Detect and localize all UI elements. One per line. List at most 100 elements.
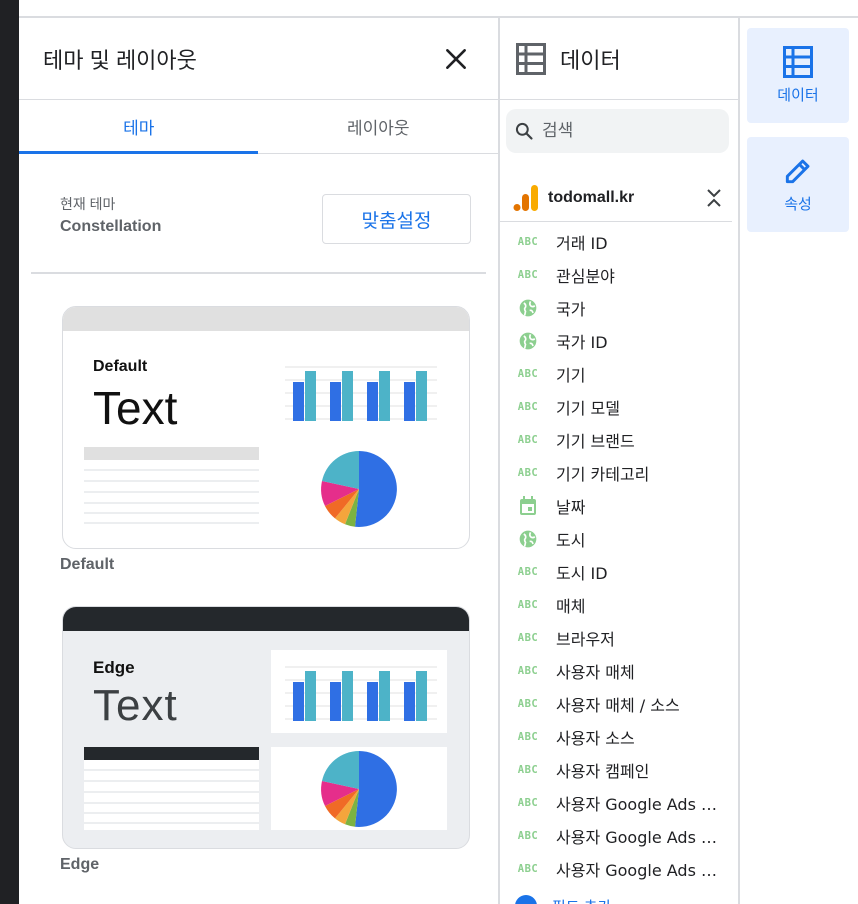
field-item[interactable]: ABC 도시 ID <box>500 555 732 588</box>
field-label: 매체 <box>556 596 586 616</box>
data-panel: 데이터 todomall.kr ABC 거래 ID ABC 관심분야국가국가 ID AB… <box>500 18 740 904</box>
abc-text-icon: ABC <box>516 269 540 281</box>
field-item[interactable]: ABC 사용자 Google Ads 광… <box>500 852 732 885</box>
abc-text-icon: ABC <box>516 434 540 446</box>
customize-button[interactable]: 맞춤설정 <box>322 194 471 244</box>
theme-card-name: Default <box>93 358 148 375</box>
abc-text-icon: ABC <box>516 698 540 710</box>
field-item[interactable]: ABC 사용자 캠페인 <box>500 753 732 786</box>
field-item[interactable]: ABC 기기 브랜드 <box>500 423 732 456</box>
abc-glyph: ABC <box>517 565 539 578</box>
abc-glyph: ABC <box>517 466 539 479</box>
field-item[interactable]: 도시 <box>500 522 732 555</box>
theme-panel-header: 테마 및 레이아웃 <box>19 18 498 100</box>
google-analytics-icon <box>513 184 538 211</box>
side-rail: 데이터 속성 <box>740 18 858 904</box>
abc-glyph: ABC <box>517 400 539 413</box>
globe-icon <box>516 298 540 318</box>
abc-text-icon: ABC <box>516 764 540 776</box>
field-item[interactable]: ABC 사용자 매체 <box>500 654 732 687</box>
field-label: 기기 모델 <box>556 398 620 418</box>
theme-label-edge: Edge <box>60 856 100 873</box>
theme-card-default[interactable]: Default Text <box>62 306 470 549</box>
add-field-button[interactable]: 필드 추가 <box>514 894 611 904</box>
abc-glyph: ABC <box>517 796 539 809</box>
field-label: 기기 <box>556 365 586 385</box>
abc-glyph: ABC <box>517 664 539 677</box>
current-theme-value: Constellation <box>60 218 162 235</box>
abc-text-icon: ABC <box>516 566 540 578</box>
field-item[interactable]: ABC 사용자 매체 / 소스 <box>500 687 732 720</box>
field-item[interactable]: ABC 기기 <box>500 357 732 390</box>
field-item[interactable]: 국가 <box>500 291 732 324</box>
abc-glyph: ABC <box>517 730 539 743</box>
abc-text-icon: ABC <box>516 797 540 809</box>
rail-data-button[interactable]: 데이터 <box>747 28 849 123</box>
abc-glyph: ABC <box>517 268 539 281</box>
field-label: 사용자 소스 <box>556 728 635 748</box>
abc-text-icon: ABC <box>516 368 540 380</box>
field-item[interactable]: 국가 ID <box>500 324 732 357</box>
field-label: 사용자 Google Ads 광… <box>556 794 724 814</box>
add-circle-icon <box>515 895 537 904</box>
report-canvas-edge <box>0 0 19 904</box>
abc-text-icon: ABC <box>516 731 540 743</box>
search-input[interactable] <box>542 121 712 141</box>
globe-icon <box>516 529 540 549</box>
field-label: 사용자 Google Ads 광… <box>556 827 724 847</box>
field-label: 기기 카테고리 <box>556 464 650 484</box>
search-icon <box>515 122 533 140</box>
data-table-icon <box>516 42 546 75</box>
field-label: 사용자 매체 / 소스 <box>556 695 680 715</box>
abc-text-icon: ABC <box>516 632 540 644</box>
theme-label-default: Default <box>60 556 115 573</box>
field-label: 국가 <box>556 299 586 319</box>
rail-properties-label: 속성 <box>784 195 812 213</box>
rail-properties-button[interactable]: 속성 <box>747 137 849 232</box>
current-theme-label: 현재 테마 <box>60 196 116 212</box>
theme-card-sample-text: Text <box>93 382 178 434</box>
abc-glyph: ABC <box>517 433 539 446</box>
app-frame: 테마 및 레이아웃 테마 레이아웃 현재 테마 Constellation 맞춤… <box>0 0 858 904</box>
theme-card-name: Edge <box>93 658 135 677</box>
field-search[interactable] <box>506 109 729 153</box>
field-item[interactable]: ABC 거래 ID <box>500 225 732 258</box>
data-table-icon <box>783 46 813 78</box>
field-label: 날짜 <box>556 497 586 517</box>
abc-text-icon: ABC <box>516 599 540 611</box>
field-item[interactable]: ABC 매체 <box>500 588 732 621</box>
data-panel-title: 데이터 <box>560 48 621 74</box>
pencil-icon <box>785 159 810 184</box>
field-item[interactable]: ABC 기기 카테고리 <box>500 456 732 489</box>
field-item[interactable]: ABC 사용자 Google Ads 광… <box>500 786 732 819</box>
field-label: 관심분야 <box>556 266 615 286</box>
field-label: 브라우저 <box>556 629 615 649</box>
data-source-header[interactable]: todomall.kr <box>500 174 732 222</box>
theme-layout-tabs: 테마 레이아웃 <box>19 100 498 154</box>
tab-theme[interactable]: 테마 <box>19 100 259 153</box>
field-item[interactable]: ABC 브라우저 <box>500 621 732 654</box>
theme-card-edge[interactable]: Edge Text <box>62 606 470 849</box>
close-button[interactable] <box>438 41 474 77</box>
abc-text-icon: ABC <box>516 467 540 479</box>
field-item[interactable]: ABC 사용자 Google Ads 광… <box>500 819 732 852</box>
field-label: 사용자 캠페인 <box>556 761 650 781</box>
field-label: 기기 브랜드 <box>556 431 635 451</box>
field-item[interactable]: ABC 관심분야 <box>500 258 732 291</box>
add-field-label: 필드 추가 <box>552 896 611 904</box>
current-theme-section: 현재 테마 Constellation 맞춤설정 <box>31 154 486 274</box>
globe-icon <box>516 331 540 351</box>
abc-glyph: ABC <box>517 697 539 710</box>
abc-text-icon: ABC <box>516 863 540 875</box>
collapse-chevrons-icon[interactable] <box>704 185 724 211</box>
field-label: 거래 ID <box>556 233 608 253</box>
close-icon <box>446 48 466 69</box>
tab-layout[interactable]: 레이아웃 <box>259 100 499 153</box>
field-item[interactable]: ABC 사용자 소스 <box>500 720 732 753</box>
abc-text-icon: ABC <box>516 401 540 413</box>
field-label: 국가 ID <box>556 332 608 352</box>
abc-text-icon: ABC <box>516 236 540 248</box>
field-item[interactable]: ABC 기기 모델 <box>500 390 732 423</box>
abc-glyph: ABC <box>517 235 539 248</box>
field-item[interactable]: 날짜 <box>500 489 732 522</box>
